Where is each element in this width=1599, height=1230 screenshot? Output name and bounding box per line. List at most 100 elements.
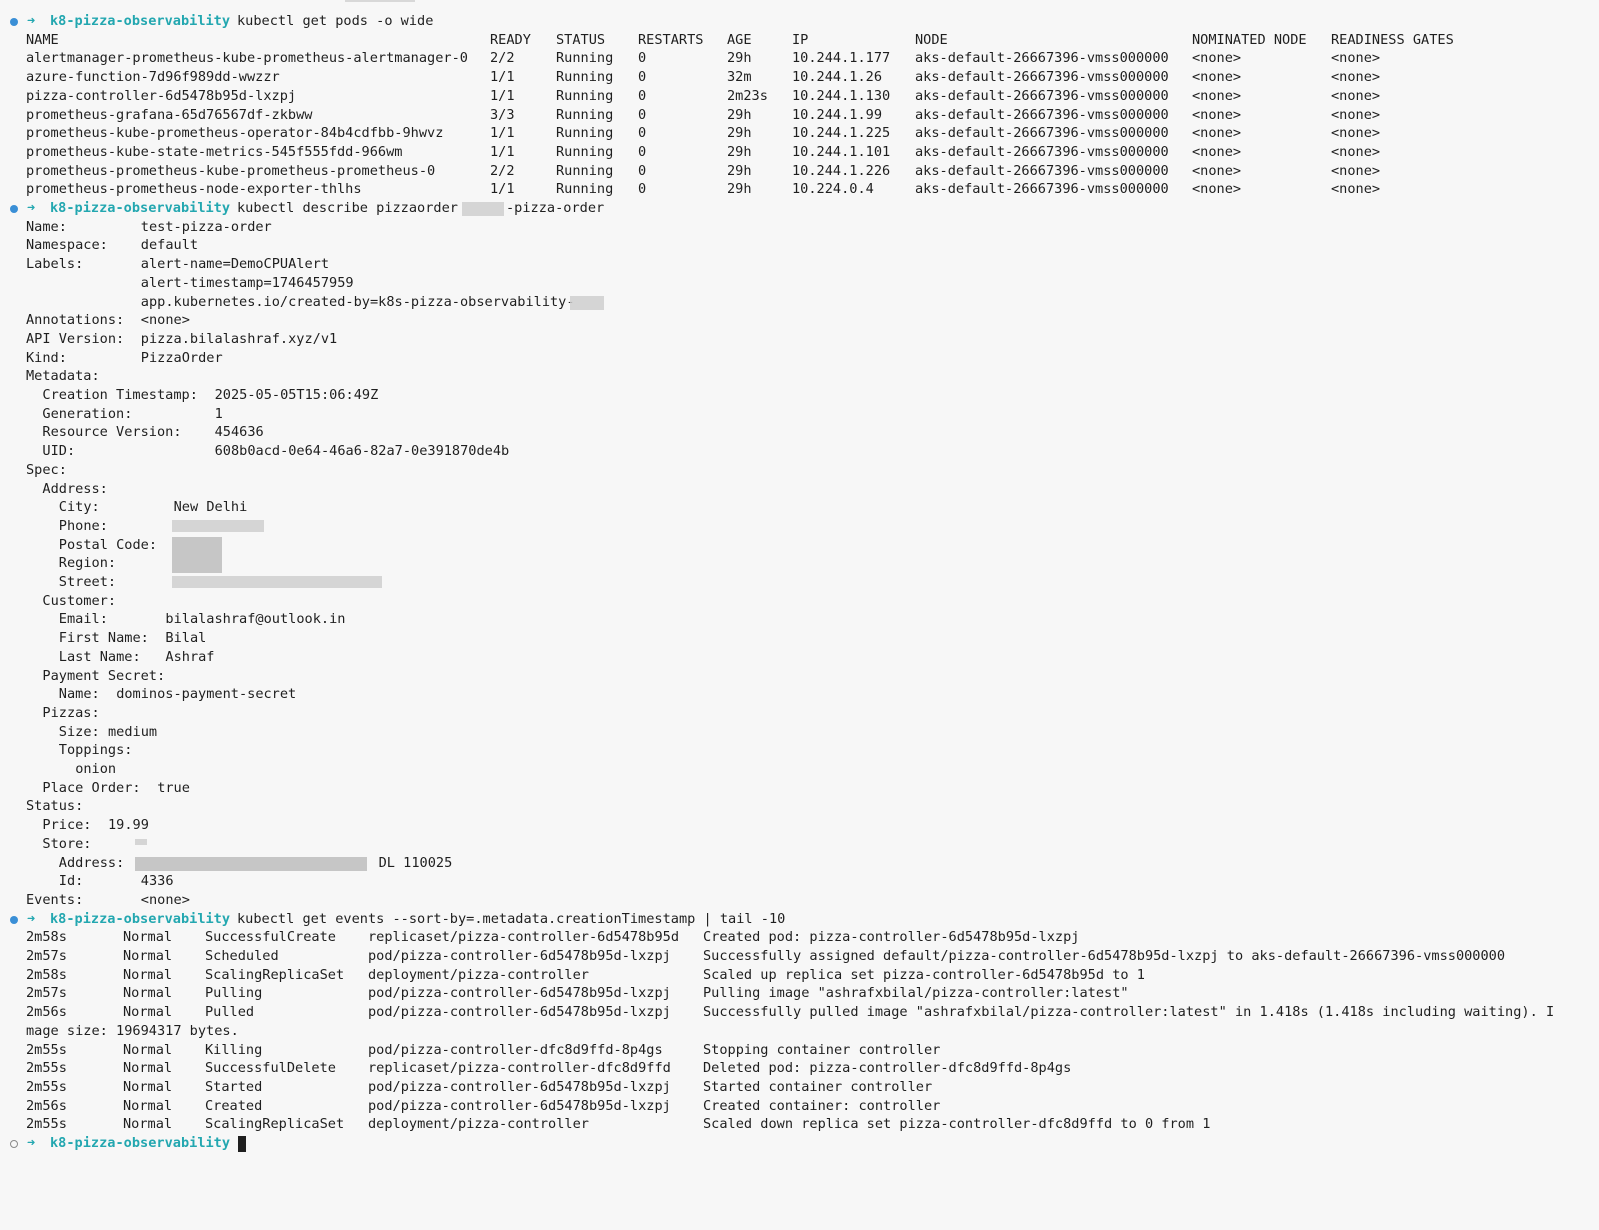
describe-key: Metadata: [26, 368, 100, 385]
pods-column-header: IP [792, 31, 809, 48]
describe-line: Labels: alert-name=DemoCPUAlert [0, 255, 1599, 274]
describe-value: Ashraf [165, 648, 215, 665]
describe-line: Status: [0, 797, 1599, 816]
pods-cell: 10.244.1.101 [792, 143, 891, 160]
describe-key: Generation: [42, 405, 133, 422]
event-cell: Scaled down replica set pizza-controller… [703, 1116, 1211, 1133]
pods-cell: 0 [638, 50, 647, 67]
describe-key: Price: [42, 817, 92, 834]
describe-line: Address: [0, 480, 1599, 499]
describe-value: bilalashraf@outlook.in [165, 611, 346, 628]
pods-cell: aks-default-26667396-vmss000000 [915, 143, 1169, 160]
event-cell: Normal [123, 929, 173, 946]
prompt-arrow-icon: ➜ [27, 1135, 36, 1151]
pods-cell: 10.244.1.177 [792, 50, 891, 67]
describe-line: Resource Version: 454636 [0, 423, 1599, 442]
prompt-directory: k8-pizza-observability [50, 13, 231, 29]
redacted-block [135, 838, 147, 845]
pods-cell: 10.244.1.130 [792, 87, 891, 104]
pods-cell: 2/2 [490, 162, 515, 179]
redacted-block [462, 202, 504, 216]
pods-cell: Running [556, 143, 614, 160]
event-cell: Deleted pod: pizza-controller-dfc8d9ffd-… [703, 1060, 1072, 1077]
text-cursor[interactable] [238, 1136, 246, 1152]
event-cell: pod/pizza-controller-6d5478b95d-lxzpj [368, 1078, 671, 1095]
event-cell: ScalingReplicaSet [205, 1116, 345, 1133]
event-cell: Normal [123, 1116, 173, 1133]
pods-cell: <none> [1331, 162, 1381, 179]
pods-cell: 29h [727, 181, 752, 198]
event-cell: Normal [123, 985, 173, 1002]
pods-cell: <none> [1331, 125, 1381, 142]
describe-key: Street: [58, 574, 117, 590]
pods-table-row: pizza-controller-6d5478b95d-lxzpj 1/1 Runn… [0, 87, 1599, 106]
describe-key: Payment Secret: [42, 667, 166, 684]
describe-line: API Version: pizza.bilalashraf.xyz/v1 [0, 330, 1599, 349]
describe-line: Postal Code: [0, 536, 1599, 555]
describe-line: Name: dominos-payment-secret [0, 685, 1599, 704]
pods-cell: 29h [727, 50, 752, 67]
pods-column-header: READY [490, 31, 531, 48]
event-cell: pod/pizza-controller-6d5478b95d-lxzpj [368, 1004, 671, 1021]
event-cell: 2m55s [26, 1078, 67, 1095]
pods-cell: 2m23s [727, 87, 768, 104]
pods-cell: 1/1 [490, 125, 515, 142]
pods-cell: aks-default-26667396-vmss000000 [915, 106, 1169, 123]
describe-key: Events: [26, 891, 84, 908]
describe-key: Address: [58, 854, 125, 871]
redacted-block [570, 295, 604, 310]
prompt-arrow-icon: ➜ [27, 13, 36, 29]
describe-value: New Delhi [173, 499, 248, 516]
event-row: 2m57s Normal Scheduled pod/pizza-controller… [0, 947, 1599, 966]
event-cell: Pulling image "ashrafxbilal/pizza-contro… [703, 985, 1129, 1002]
describe-value: true [157, 779, 190, 796]
event-cell: 2m58s [26, 966, 67, 983]
describe-line: onion [0, 760, 1599, 779]
pods-cell: aks-default-26667396-vmss000000 [915, 181, 1169, 198]
event-row: 2m55s Normal SuccessfulDelete replicaset/pi… [0, 1059, 1599, 1078]
event-cell: Normal [123, 1004, 173, 1021]
describe-line: UID: 608b0acd-0e64-46a6-82a7-0e391870de4b [0, 442, 1599, 461]
pods-cell: Running [556, 87, 614, 104]
pods-column-header: NOMINATED NODE [1192, 31, 1307, 48]
prompt-directory: k8-pizza-observability [50, 1135, 231, 1151]
pods-table-header: NAME READY STATUS RESTARTS AGE IP NODE NOMINATE… [0, 31, 1599, 50]
pods-cell: 0 [638, 125, 647, 142]
pods-cell: 1/1 [490, 181, 515, 198]
event-cell: SuccessfulDelete [205, 1060, 336, 1077]
describe-line: Last Name: Ashraf [0, 648, 1599, 667]
describe-line: Customer: [0, 592, 1599, 611]
pods-cell: <none> [1192, 106, 1242, 123]
terminal-window[interactable]: ➜ k8-pizza-observability kubectl get pods … [0, 0, 1599, 1230]
event-cell: pod/pizza-controller-dfc8d9ffd-8p4gs [368, 1041, 663, 1058]
pods-cell: <none> [1331, 69, 1381, 86]
describe-value: <none> [140, 891, 190, 908]
event-cell: Stopping container controller [703, 1041, 941, 1058]
pods-column-header: READINESS GATES [1331, 31, 1454, 48]
event-cell: Normal [123, 1041, 173, 1058]
describe-line: Generation: 1 [0, 405, 1599, 424]
pods-cell: 29h [727, 143, 752, 160]
event-cell: Normal [123, 1097, 173, 1114]
describe-value: medium [108, 723, 158, 740]
describe-key: UID: [42, 443, 76, 460]
pods-cell: aks-default-26667396-vmss000000 [915, 50, 1169, 67]
pods-cell: <none> [1331, 87, 1381, 104]
pods-table-row: prometheus-prometheus-kube-prometheus-pr… [0, 162, 1599, 181]
pods-table-row: prometheus-grafana-65d76567df-zkbww 3/3 Ru… [0, 106, 1599, 125]
describe-key: Annotations: [26, 312, 125, 329]
event-cell: replicaset/pizza-controller-dfc8d9ffd [368, 1060, 671, 1077]
pods-cell: Running [556, 50, 614, 67]
redacted-block [172, 536, 222, 573]
event-row: 2m56s Normal Pulled pod/pizza-controller-6d… [0, 1003, 1599, 1022]
event-cell: ScalingReplicaSet [205, 966, 345, 983]
event-row: 2m56s Normal Created pod/pizza-controller-6… [0, 1097, 1599, 1116]
pods-cell: 0 [638, 87, 647, 104]
describe-line: Spec: [0, 461, 1599, 480]
describe-value: 19.99 [108, 817, 149, 834]
event-row: 2m55s Normal Killing pod/pizza-controller-d… [0, 1041, 1599, 1060]
prompt-line: ➜ k8-pizza-observability kubectl get event… [0, 910, 1599, 929]
describe-value: alert-name=DemoCPUAlert [140, 256, 330, 273]
describe-key: Region: [58, 555, 117, 572]
event-cell: pod/pizza-controller-6d5478b95d-lxzpj [368, 1097, 671, 1114]
